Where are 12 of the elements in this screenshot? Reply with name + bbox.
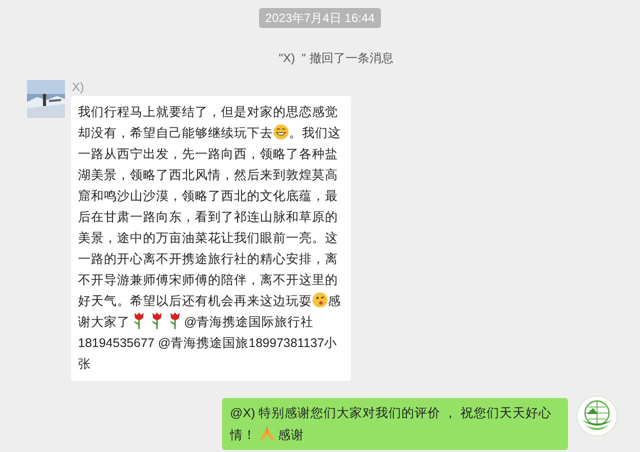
message-bubble: 我们行程马上就要结了，但是对家的思恋感觉却没有，希望自己能够继续玩下去 。我们这一路从西宁出发，先一路向西，领略了各种盐湖美景，领略了西北风情，然后来到敦煌莫高窟和鸣沙山沙漠，领略了西北的文化底蕴，最后在甘肃一路向东，看到了祁连山脉和草原的美景，途中的万亩油菜花让我们眼前一亮。这一路的开心离不开携途旅行社的精心安排，离不开导游兼师傅宋师傅的陪伴，离不开这里的好天气。希望以后还有机会再来这边玩耍 感谢大家了 @青海携途国际旅行社18194535677 @青海携途国旅18997381137小张 <box>71 96 351 381</box>
praying-hands-emoji-icon <box>258 426 276 442</box>
tulip-emoji-icon <box>132 312 146 329</box>
tulip-emoji-icon <box>168 312 182 329</box>
sender-name: X) <box>72 80 84 94</box>
recall-notice: "X) " 撤回了一条消息 <box>278 50 394 66</box>
logo-icon[interactable] <box>576 395 618 437</box>
timestamp: 2023年7月4日 16:44 <box>259 8 381 28</box>
winking-emoji-icon <box>312 292 328 308</box>
tulip-emoji-icon <box>150 312 164 329</box>
message-bubble: @X) 特别感谢您们大家对我们的评价 ， 祝您们天天好心情！ 感谢 <box>222 398 568 450</box>
grinning-emoji-icon <box>273 124 289 140</box>
